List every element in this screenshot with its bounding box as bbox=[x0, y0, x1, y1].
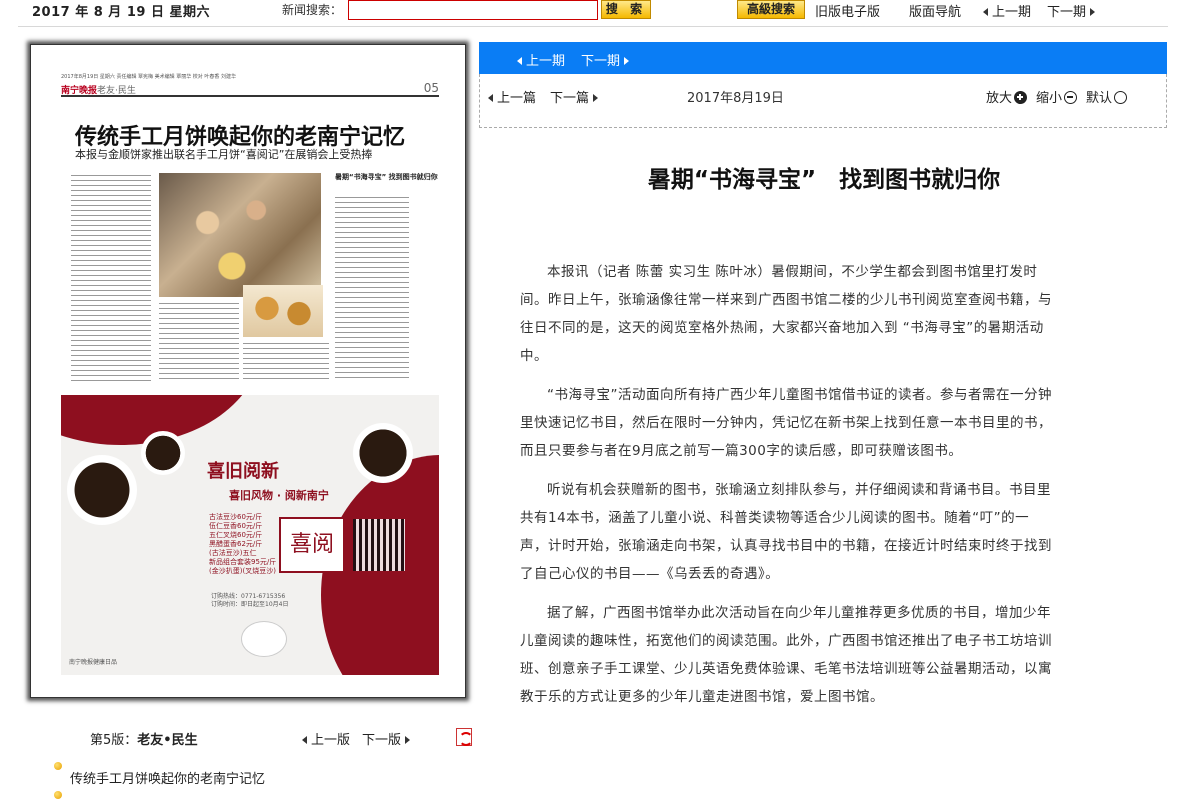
coffee-cup-icon bbox=[141, 431, 185, 475]
zoom-in-icon bbox=[1014, 90, 1028, 104]
newspaper-header-meta: 2017年8月19日 星期六 责任编辑 覃宪梅 美术编辑 覃丽华 校对 叶春香 … bbox=[61, 74, 236, 80]
newspaper-section: 老友·民生 bbox=[97, 86, 136, 96]
article-paragraph: “书海寻宝”活动面向所有持广西少年儿童图书馆借书证的读者。参与者需在一分钟里快速… bbox=[520, 387, 1052, 459]
bullet-icon bbox=[54, 791, 62, 799]
newspaper-header: 2017年8月19日 星期六 责任编辑 覃宪梅 美术编辑 覃丽华 校对 叶春香 … bbox=[61, 73, 439, 97]
newspaper-side-title: 暑期“书海寻宝” 找到图书就归你 bbox=[335, 173, 438, 181]
mooncake-fair-photo bbox=[159, 173, 321, 297]
article-title: 暑期“书海寻宝” 找到图书就归你 bbox=[647, 167, 1001, 193]
newspaper-subhead: 本报与金顺饼家推出联名手工月饼“喜阅记”在展销会上受热捧 bbox=[75, 148, 373, 161]
coffee-cup-icon bbox=[67, 455, 137, 525]
zoom-default-icon bbox=[1114, 90, 1128, 104]
chevron-right-icon bbox=[624, 56, 630, 65]
mooncake-advertisement: 喜旧阅新 喜旧风物 · 阅新南宁 古法豆沙60元/斤 伍仁豆香60元/斤 五仁叉… bbox=[61, 395, 439, 675]
ad-brand-logo: 喜阅 bbox=[279, 517, 345, 573]
layout-nav-link[interactable]: 版面导航 bbox=[909, 1, 961, 20]
ad-title: 喜旧阅新 bbox=[207, 461, 279, 482]
prev-article-link[interactable]: 上一篇 bbox=[488, 87, 536, 106]
chevron-left-icon bbox=[302, 735, 307, 744]
prev-issue-link[interactable]: 上一期 bbox=[983, 1, 1031, 20]
chevron-left-icon bbox=[517, 56, 522, 65]
story-list-item[interactable]: 传统手工月饼唤起你的老南宁记忆 bbox=[70, 768, 265, 787]
zoom-default-button[interactable]: 默认 bbox=[1086, 87, 1128, 106]
ad-footer: 南宁晚报健康日品 bbox=[69, 659, 118, 666]
bullet-icon bbox=[54, 762, 62, 770]
advanced-search-button[interactable]: 高級搜索 bbox=[737, 0, 805, 19]
zoom-in-button[interactable]: 放大 bbox=[986, 87, 1028, 106]
zoom-out-icon bbox=[1064, 90, 1078, 104]
pdf-download-icon[interactable] bbox=[456, 728, 473, 746]
newspaper-text-column bbox=[243, 341, 329, 381]
newspaper-text-column bbox=[159, 301, 239, 381]
chevron-right-icon bbox=[405, 735, 411, 744]
page-scrollbar[interactable] bbox=[1168, 0, 1200, 800]
next-article-link[interactable]: 下一篇 bbox=[550, 87, 599, 106]
newspaper-text-column bbox=[71, 173, 151, 381]
current-date: 2017 年 8 月 19 日 星期六 bbox=[32, 5, 210, 20]
next-issue-link[interactable]: 下一期 bbox=[1047, 1, 1096, 20]
newspaper-logo: 南宁晚报 bbox=[61, 86, 98, 96]
article-date: 2017年8月19日 bbox=[687, 91, 784, 106]
ad-subtitle: 喜旧风物 · 阅新南宁 bbox=[229, 489, 329, 502]
next-page-link[interactable]: 下一版 bbox=[362, 729, 411, 748]
news-search-input[interactable] bbox=[348, 0, 598, 20]
mooncake-photo bbox=[243, 285, 323, 337]
chevron-right-icon bbox=[593, 93, 599, 102]
qr-code-icon bbox=[353, 519, 405, 571]
article-paragraph: 听说有机会获赠新的图书，张瑜涵立刻排队参与，并仔细阅读和背诵书目。书目里共有14… bbox=[520, 482, 1052, 582]
chevron-left-icon bbox=[983, 7, 988, 16]
newspaper-text-column bbox=[335, 195, 409, 381]
issue-nav-bar: 上一期 下一期 bbox=[479, 42, 1167, 74]
ad-order-info: 订购热线：0771-6715356 订购时间：即日起至10月4日 bbox=[211, 593, 289, 608]
coffee-cup-icon bbox=[353, 423, 413, 483]
edition-label: 第5版：老友•民生 bbox=[90, 733, 198, 748]
newspaper-page-thumbnail[interactable]: 2017年8月19日 星期六 责任编辑 覃宪梅 美术编辑 覃丽华 校对 叶春香 … bbox=[30, 44, 466, 698]
old-version-link[interactable]: 旧版电子版 bbox=[815, 1, 880, 20]
ad-price-list: 古法豆沙60元/斤 伍仁豆香60元/斤 五仁叉烧60元/斤 黑醋蛋香62元/斤 … bbox=[209, 513, 277, 575]
zoom-out-button[interactable]: 缩小 bbox=[1036, 87, 1078, 106]
article-body: 本报讯（记者 陈蕾 实习生 陈叶冰）暑假期间，不少学生都会到图书馆里打发时间。昨… bbox=[520, 258, 1054, 722]
teapot-icon bbox=[241, 621, 287, 657]
top-bar: 2017 年 8 月 19 日 星期六 新闻搜索： 搜 索 高級搜索 旧版电子版… bbox=[0, 0, 1200, 22]
chevron-left-icon bbox=[488, 93, 493, 102]
issue-next-link[interactable]: 下一期 bbox=[581, 50, 630, 69]
newspaper-page-number: 05 bbox=[423, 81, 439, 95]
article-paragraph: 据了解，广西图书馆举办此次活动旨在向少年儿童推荐更多优质的书目，增加少年儿童阅读… bbox=[520, 605, 1052, 705]
article-paragraph: 本报讯（记者 陈蕾 实习生 陈叶冰）暑假期间，不少学生都会到图书馆里打发时间。昨… bbox=[520, 264, 1052, 364]
issue-prev-link[interactable]: 上一期 bbox=[517, 50, 565, 69]
search-label: 新闻搜索： bbox=[282, 3, 343, 17]
prev-page-link[interactable]: 上一版 bbox=[302, 729, 350, 748]
chevron-right-icon bbox=[1090, 7, 1096, 16]
article-toolbar: 上一篇 下一篇 2017年8月19日 放大 缩小 默认 bbox=[479, 74, 1167, 128]
search-button[interactable]: 搜 索 bbox=[601, 0, 651, 19]
